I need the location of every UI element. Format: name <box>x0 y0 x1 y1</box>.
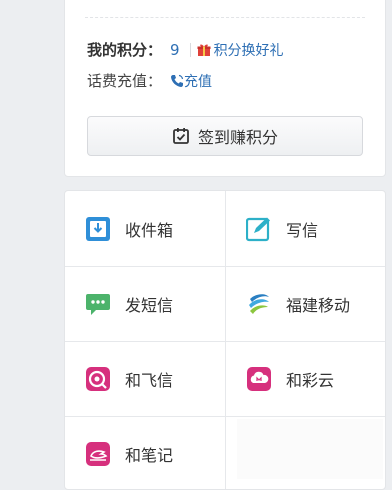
faded-header-text <box>87 0 359 3</box>
points-value[interactable]: 9 <box>170 41 180 59</box>
grid-item-china-mobile[interactable]: 福建移动 <box>226 266 385 341</box>
gift-icon <box>197 44 211 56</box>
app-grid-card: 收件箱 写信 发短信 福建移动 和飞信 和彩云 和笔记 <box>64 190 386 490</box>
china-mobile-icon <box>249 293 269 314</box>
grid-item-label: 收件箱 <box>125 220 174 240</box>
checkin-button[interactable]: 签到赚积分 <box>87 116 363 156</box>
grid-item-inbox[interactable]: 收件箱 <box>65 191 225 266</box>
fetion-icon <box>86 366 110 391</box>
grid-item-notes[interactable]: 和笔记 <box>65 416 225 489</box>
checkin-button-label: 签到赚积分 <box>197 128 278 147</box>
recharge-row: 话费充值： 充值 <box>87 70 212 91</box>
empty-grid-slot <box>237 419 383 479</box>
grid-item-compose[interactable]: 写信 <box>226 191 385 266</box>
grid-item-label: 发短信 <box>125 295 174 315</box>
redeem-gifts-link[interactable]: 积分换好礼 <box>214 40 284 60</box>
recharge-label: 话费充值： <box>87 72 163 90</box>
points-label: 我的积分： <box>87 41 163 59</box>
inbox-icon <box>86 216 110 241</box>
grid-item-label: 福建移动 <box>286 295 351 315</box>
cloud-icon <box>247 366 271 391</box>
note-icon <box>86 441 110 466</box>
calendar-check-icon <box>173 128 189 144</box>
grid-item-sms[interactable]: 发短信 <box>65 266 225 341</box>
sms-icon <box>86 293 110 315</box>
compose-icon <box>246 217 270 241</box>
recharge-link[interactable]: 充值 <box>184 71 212 91</box>
separator <box>189 42 191 57</box>
grid-item-cloud[interactable]: 和彩云 <box>226 341 385 416</box>
divider <box>85 17 365 18</box>
grid-item-label: 写信 <box>286 220 319 240</box>
points-row: 我的积分： 9 积分换好礼 <box>87 39 284 60</box>
account-summary-card: 我的积分： 9 积分换好礼 话费充值： 充值 签到赚积分 <box>64 0 386 177</box>
grid-item-label: 和飞信 <box>125 370 174 390</box>
grid-item-label: 和笔记 <box>125 445 174 465</box>
phone-icon <box>171 74 184 87</box>
grid-item-label: 和彩云 <box>286 370 335 390</box>
grid-item-fetion[interactable]: 和飞信 <box>65 341 225 416</box>
